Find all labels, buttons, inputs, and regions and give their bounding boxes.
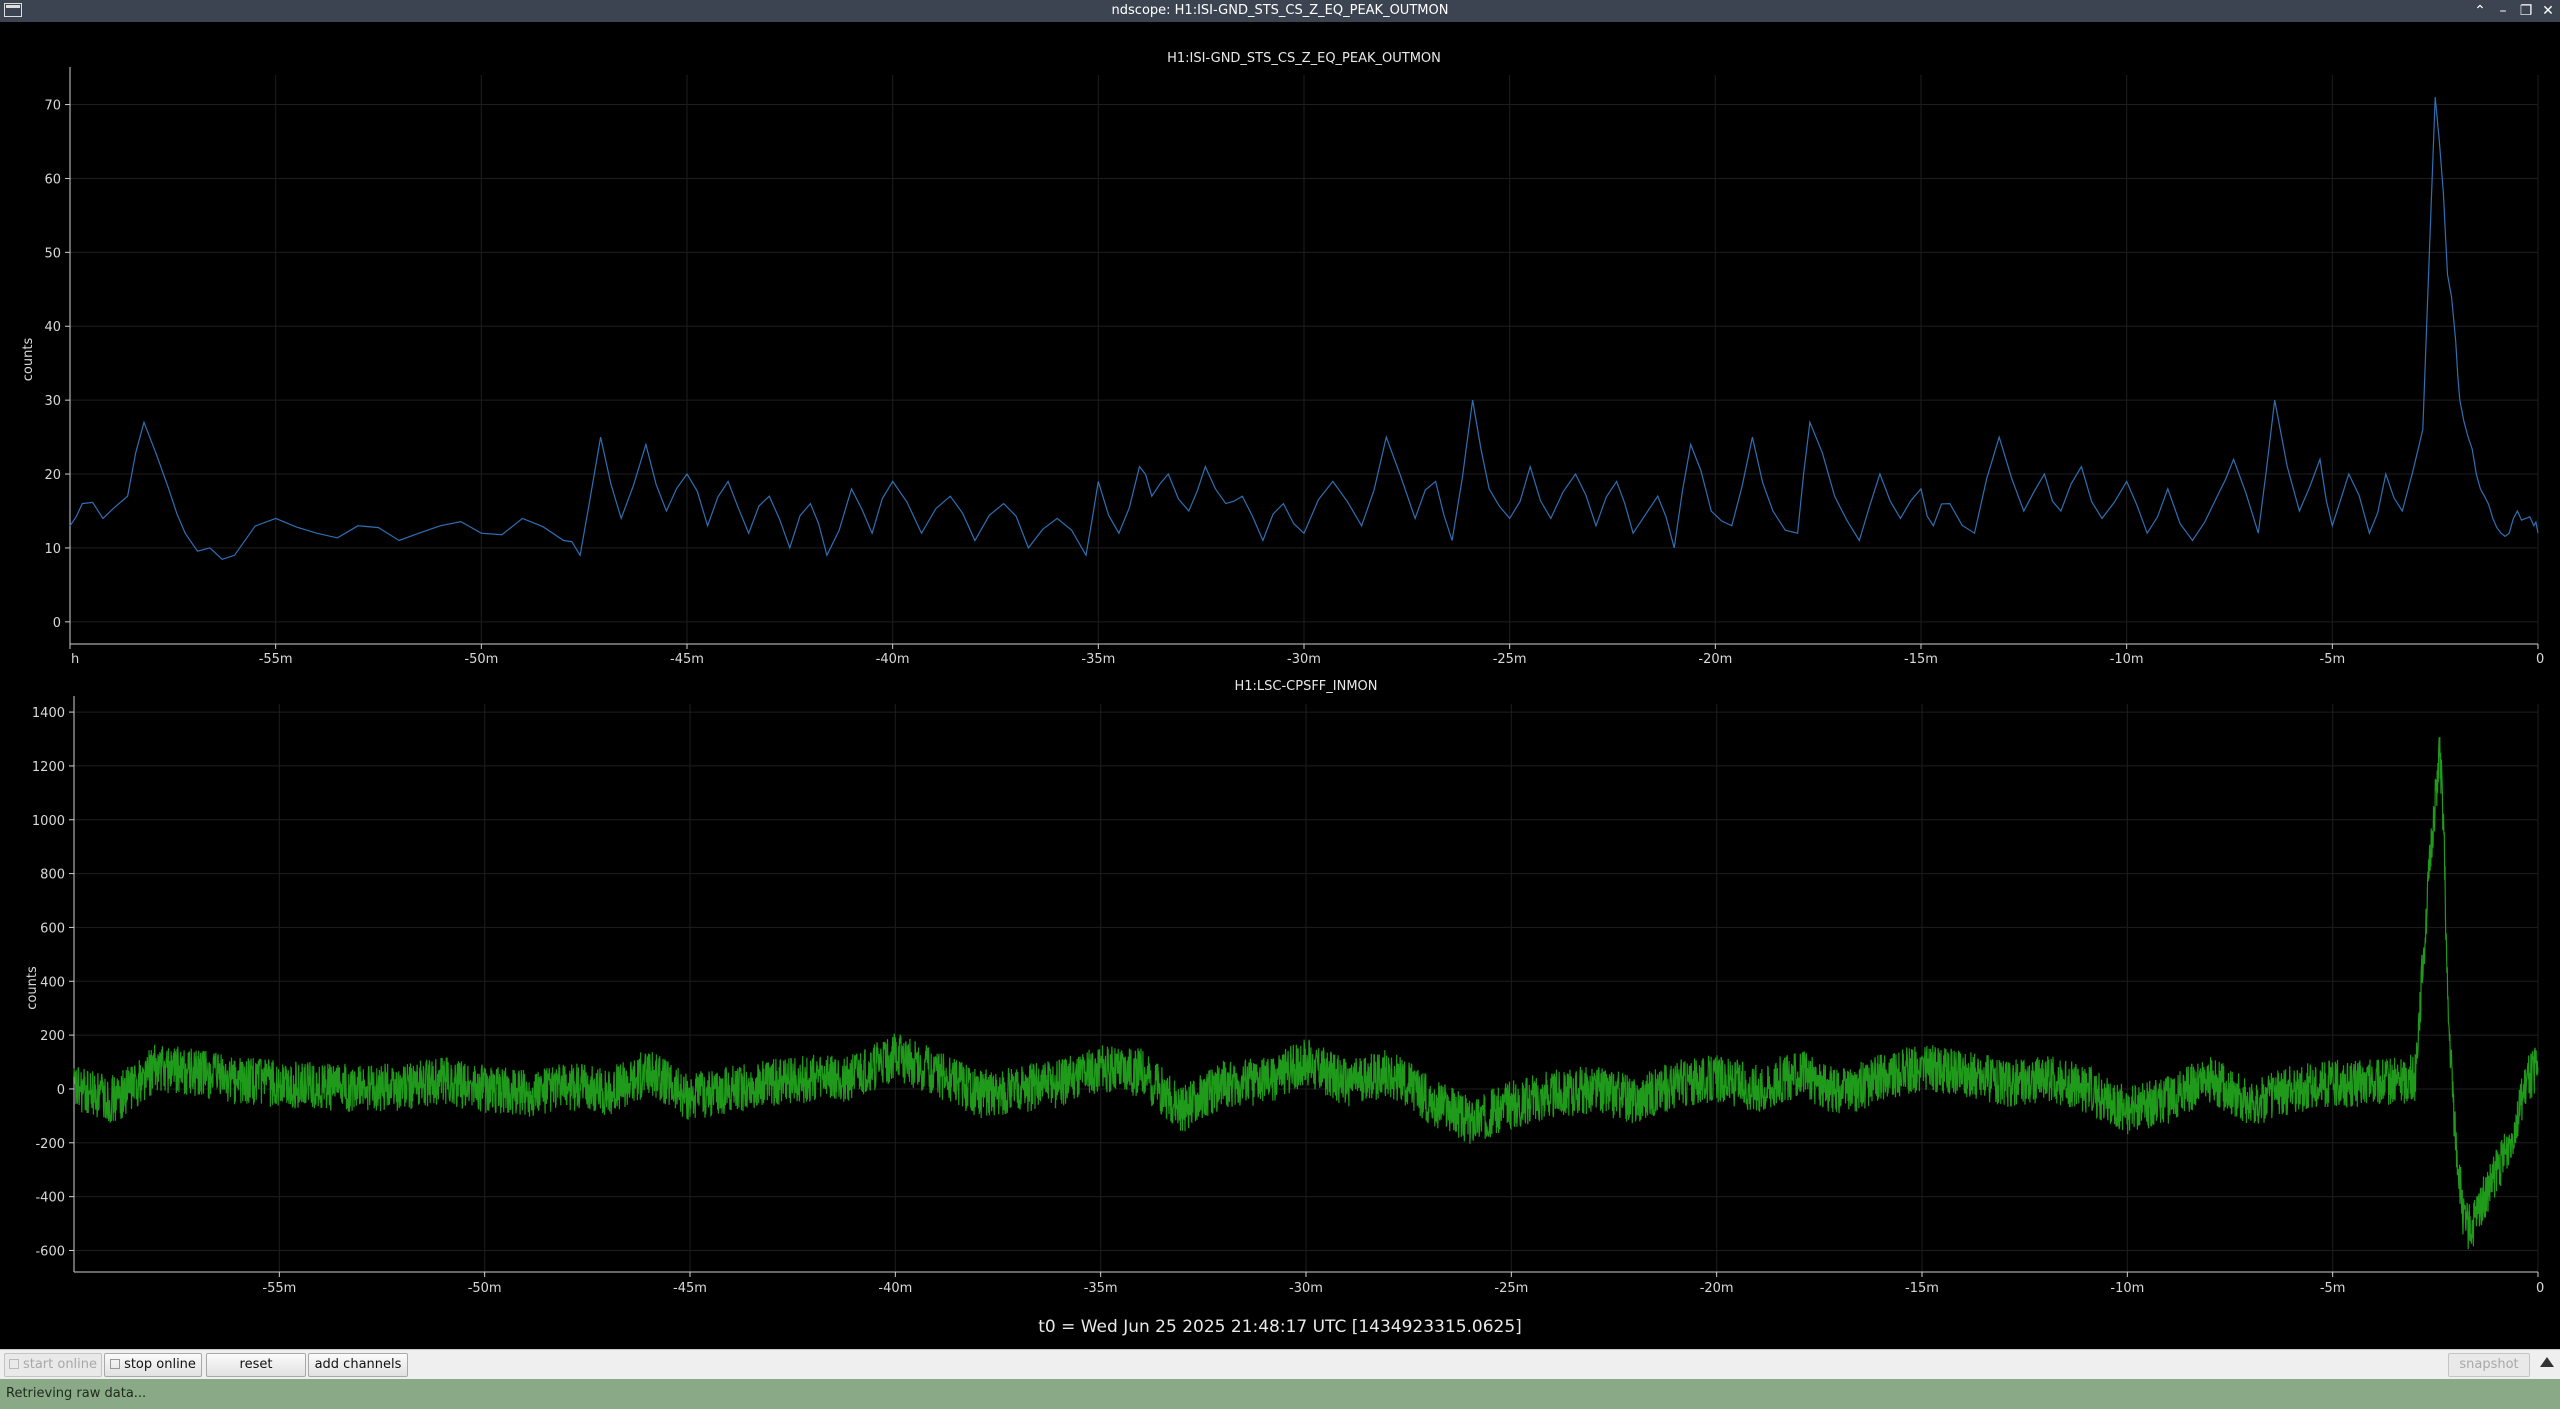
y-tick-label: 1400	[32, 706, 65, 721]
y-tick-label: 1200	[32, 760, 65, 775]
y-tick-label: 400	[40, 975, 65, 990]
y-tick-label: 30	[44, 394, 61, 409]
x-tick-label: -45m	[670, 652, 704, 667]
x-tick-label: -30m	[1287, 652, 1321, 667]
start-online-button[interactable]: start online	[4, 1353, 102, 1377]
y-tick-label: 70	[44, 99, 61, 114]
y-tick-label: 0	[53, 616, 61, 631]
x-tick-label: -55m	[262, 1281, 296, 1296]
t0-label: t0 = Wed Jun 25 2025 21:48:17 UTC [14349…	[1038, 1317, 1522, 1337]
x-tick-label: -5m	[2320, 652, 2346, 667]
y-axis-label: counts	[25, 966, 40, 1010]
x-tick-label: -5m	[2320, 1281, 2346, 1296]
add-channels-button[interactable]: add channels	[308, 1353, 408, 1377]
window-title: ndscope: H1:ISI-GND_STS_CS_Z_EQ_PEAK_OUT…	[1111, 3, 1449, 18]
y-tick-label: -400	[35, 1191, 65, 1206]
restore-icon[interactable]: ❐	[2516, 0, 2536, 22]
x-tick-label: -35m	[1081, 652, 1115, 667]
x-tick-label: -10m	[2110, 1281, 2144, 1296]
y-tick-label: 50	[44, 246, 61, 261]
x-tick-label: h	[71, 652, 79, 667]
title-bar: ndscope: H1:ISI-GND_STS_CS_Z_EQ_PEAK_OUT…	[0, 0, 2560, 22]
x-tick-label: -50m	[468, 1281, 502, 1296]
y-tick-label: 1000	[32, 814, 65, 829]
x-tick-label: -55m	[259, 652, 293, 667]
stop-icon	[110, 1359, 121, 1369]
toolbar: start online stop online reset add chann…	[0, 1349, 2560, 1379]
stop-online-label: stop online	[124, 1357, 196, 1372]
y-tick-label: 0	[57, 1083, 65, 1098]
chart-panel-2: H1:LSC-CPSFF_INMON -600 -400 -200 0 200 400 600…	[25, 679, 2544, 1296]
chart-title: H1:LSC-CPSFF_INMON	[1234, 679, 1377, 694]
maximize-icon[interactable]: –	[2493, 0, 2513, 22]
minimize-icon[interactable]: ⌃	[2470, 0, 2490, 22]
x-tick-label: -50m	[464, 652, 498, 667]
start-online-label: start online	[22, 1357, 98, 1372]
play-icon	[8, 1359, 19, 1369]
close-icon[interactable]: ✕	[2538, 0, 2558, 22]
x-tick-label: -30m	[1289, 1281, 1323, 1296]
x-tick-label: -40m	[876, 652, 910, 667]
y-tick-label: 20	[44, 468, 61, 483]
x-tick-label: 0	[2536, 1281, 2544, 1296]
x-tick-label: -20m	[1698, 652, 1732, 667]
x-tick-label: -35m	[1084, 1281, 1118, 1296]
x-tick-label: -25m	[1493, 652, 1527, 667]
x-tick-label: -10m	[2110, 652, 2144, 667]
x-tick-label: -25m	[1494, 1281, 1528, 1296]
x-tick-label: -20m	[1700, 1281, 1734, 1296]
y-tick-label: 800	[40, 868, 65, 883]
x-tick-label: -45m	[673, 1281, 707, 1296]
status-bar: Retrieving raw data...	[0, 1379, 2560, 1409]
y-axis-label: counts	[21, 338, 36, 382]
chart-panel-1: H1:ISI-GND_STS_CS_Z_EQ_PEAK_OUTMON 0 10 20 3…	[21, 51, 2544, 667]
y-tick-label: 600	[40, 921, 65, 936]
plot-area[interactable]: H1:ISI-GND_STS_CS_Z_EQ_PEAK_OUTMON 0 10 20 3…	[0, 22, 2560, 1349]
x-tick-label: -15m	[1904, 652, 1938, 667]
y-tick-label: 40	[44, 320, 61, 335]
y-tick-label: 60	[44, 172, 61, 187]
snapshot-button[interactable]: snapshot	[2448, 1353, 2530, 1377]
x-tick-label: -40m	[878, 1281, 912, 1296]
reset-button[interactable]: reset	[206, 1353, 306, 1377]
expand-caret-icon[interactable]	[2540, 1357, 2554, 1367]
plots-canvas[interactable]: H1:ISI-GND_STS_CS_Z_EQ_PEAK_OUTMON 0 10 20 3…	[0, 22, 2560, 1317]
x-tick-label: -15m	[1905, 1281, 1939, 1296]
y-tick-label: -200	[35, 1137, 65, 1152]
x-tick-label: 0	[2536, 652, 2544, 667]
stop-online-button[interactable]: stop online	[104, 1353, 202, 1377]
y-tick-label: -600	[35, 1244, 65, 1259]
y-tick-label: 10	[44, 542, 61, 557]
y-tick-label: 200	[40, 1029, 65, 1044]
chart-title: H1:ISI-GND_STS_CS_Z_EQ_PEAK_OUTMON	[1167, 51, 1441, 66]
